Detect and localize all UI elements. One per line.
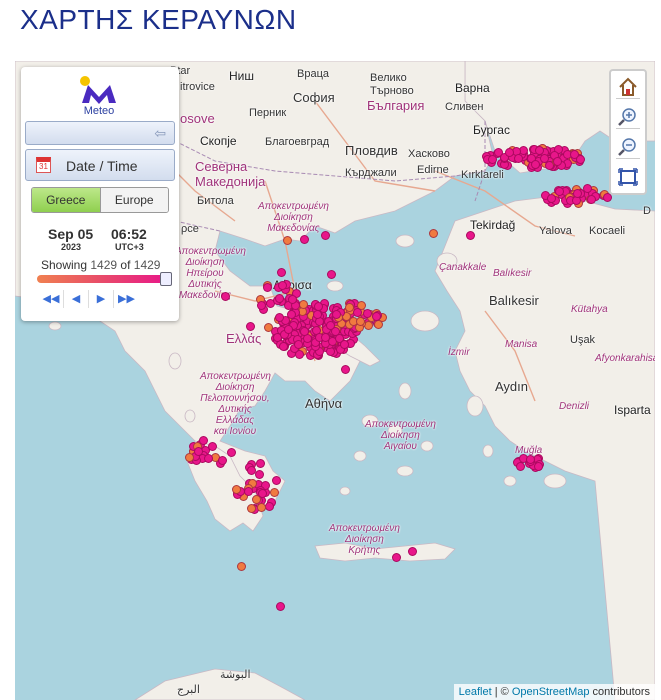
lightning-strike-marker[interactable] <box>515 461 525 471</box>
lightning-strike-marker[interactable] <box>263 322 273 332</box>
land-crete <box>314 542 456 562</box>
lightning-strike-marker[interactable] <box>245 321 255 331</box>
map-controls <box>609 69 647 195</box>
back-button[interactable]: ⇦ <box>25 121 175 145</box>
lightning-strike-marker[interactable] <box>265 501 275 511</box>
showing-count-text: Showing 1429 of 1429 <box>41 258 160 272</box>
lightning-strike-marker[interactable] <box>286 309 296 319</box>
region-option-greece[interactable]: Greece <box>32 188 101 212</box>
lightning-strike-marker[interactable] <box>355 317 365 327</box>
lightning-strike-marker[interactable] <box>274 313 284 323</box>
lightning-strike-marker[interactable] <box>312 309 322 319</box>
lightning-strike-marker[interactable] <box>184 453 194 463</box>
meteo-logo: Meteo <box>76 73 122 117</box>
lightning-strike-marker[interactable] <box>326 269 336 279</box>
attribution-separator: | © <box>491 686 512 698</box>
back-arrow-icon: ⇦ <box>154 125 166 141</box>
lightning-strike-marker[interactable] <box>407 547 417 557</box>
lightning-strike-marker[interactable] <box>283 325 293 335</box>
lightning-strike-marker[interactable] <box>362 308 372 318</box>
previous-frame-button[interactable]: ◀ <box>64 290 89 308</box>
lightning-strike-marker[interactable] <box>320 333 330 343</box>
map-attribution: Leaflet | © OpenStreetMap contributors <box>453 684 655 700</box>
fullscreen-icon <box>618 168 638 186</box>
selected-year: 2023 <box>61 242 82 252</box>
lightning-strike-marker[interactable] <box>352 308 362 318</box>
lightning-strike-marker[interactable] <box>299 234 309 244</box>
home-button[interactable] <box>616 75 640 99</box>
lightning-strike-marker[interactable] <box>313 301 323 311</box>
lightning-strike-marker[interactable] <box>539 153 549 163</box>
showing-count: 1429 <box>90 258 118 272</box>
zoom-out-button[interactable] <box>616 135 640 159</box>
land-africa <box>134 668 306 700</box>
zoom-out-icon <box>618 138 636 156</box>
lightning-strike-marker[interactable] <box>282 235 292 245</box>
calendar-icon: 31 <box>36 157 51 173</box>
meteo-logo-icon <box>80 76 116 104</box>
lightning-strike-marker[interactable] <box>391 552 401 562</box>
playback-controls: ◀◀ ◀ ▶ ▶▶ <box>39 290 139 308</box>
date-time-button[interactable]: 31 Date / Time <box>25 149 175 181</box>
lightning-strike-marker[interactable] <box>299 299 309 309</box>
lightning-strike-marker[interactable] <box>207 441 217 451</box>
zoom-in-icon <box>618 108 636 126</box>
timezone: UTC+3 <box>115 242 144 252</box>
meteo-logo-text: Meteo <box>83 105 115 117</box>
lightning-strike-marker[interactable] <box>236 561 246 571</box>
lightning-strike-marker[interactable] <box>554 186 564 196</box>
lightning-strike-marker[interactable] <box>199 435 209 445</box>
time-slider[interactable] <box>37 272 172 286</box>
lightning-strike-marker[interactable] <box>525 454 535 464</box>
page-title: ΧΑΡΤΗΣ ΚΕΡΑΥΝΩΝ <box>20 4 297 35</box>
lightning-strike-marker[interactable] <box>269 487 279 497</box>
lightning-strike-marker[interactable] <box>572 188 582 198</box>
showing-total: 1429 <box>133 258 161 272</box>
zoom-in-button[interactable] <box>616 105 640 129</box>
lightning-strike-marker[interactable] <box>257 488 267 498</box>
lightning-strike-marker[interactable] <box>220 291 230 301</box>
lightning-control-panel: Meteo ⇦ 31 Date / Time Greece Europe Sep… <box>21 67 179 321</box>
lightning-strike-marker[interactable] <box>226 447 236 457</box>
fullscreen-button[interactable] <box>616 165 640 189</box>
lightning-strike-marker[interactable] <box>586 195 596 205</box>
selected-time: 06:52 <box>111 226 147 242</box>
date-time-label: Date / Time <box>66 158 138 174</box>
land-turkey <box>434 195 655 700</box>
lightning-strike-marker[interactable] <box>203 454 213 464</box>
leaflet-link[interactable]: Leaflet <box>459 686 492 698</box>
selected-date: Sep 05 <box>48 226 94 242</box>
showing-of: of <box>120 258 131 272</box>
region-option-europe[interactable]: Europe <box>100 188 168 212</box>
attribution-suffix: contributors <box>589 686 650 698</box>
time-slider-handle[interactable] <box>160 272 172 286</box>
openstreetmap-link[interactable]: OpenStreetMap <box>512 686 590 698</box>
next-frame-button[interactable]: ▶ <box>89 290 114 308</box>
lightning-strike-marker[interactable] <box>277 280 287 290</box>
lightning-strike-marker[interactable] <box>276 267 286 277</box>
region-toggle: Greece Europe <box>31 187 169 213</box>
lightning-map[interactable]: Ptar itrovice Ниш Враца Велико Търново С… <box>15 61 655 700</box>
lightning-strike-marker[interactable] <box>575 154 585 164</box>
lightning-strike-marker[interactable] <box>299 327 309 337</box>
lightning-strike-marker[interactable] <box>287 294 297 304</box>
showing-prefix: Showing <box>41 258 88 272</box>
lightning-strike-marker[interactable] <box>275 601 285 611</box>
lightning-strike-marker[interactable] <box>272 475 282 485</box>
lightning-strike-marker[interactable] <box>546 193 556 203</box>
lightning-strike-marker[interactable] <box>274 293 284 303</box>
last-frame-button[interactable]: ▶▶ <box>114 290 139 308</box>
lightning-strike-marker[interactable] <box>371 311 381 321</box>
lightning-strike-marker[interactable] <box>505 147 515 157</box>
home-icon <box>619 77 637 96</box>
first-frame-button[interactable]: ◀◀ <box>39 290 64 308</box>
